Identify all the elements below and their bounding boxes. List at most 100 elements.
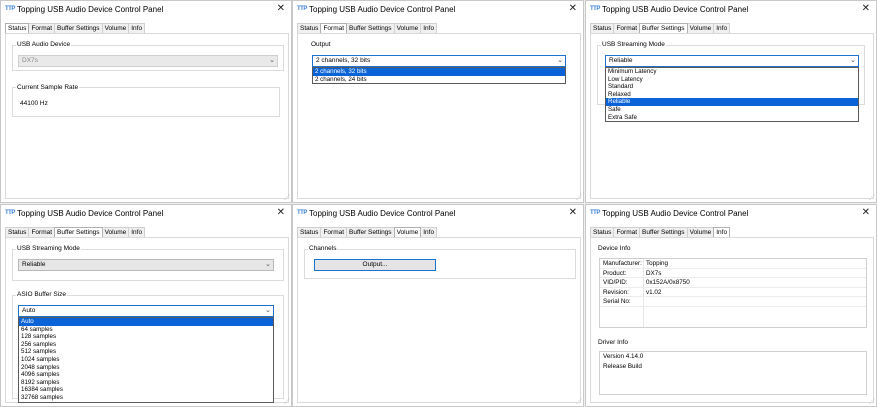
info-key: Manufacturer: [603,260,642,267]
list-item[interactable]: Extra Safe [606,114,858,122]
channels-label: Channels [308,245,338,252]
driver-line: Version 4.14.0 [603,353,644,360]
table-row: Revision: v1.02 [600,288,866,297]
title-bar[interactable]: TTP Topping USB Audio Device Control Pane… [1,205,291,222]
list-item[interactable]: Relaxed [606,91,858,99]
list-item[interactable]: Reliable [606,98,858,106]
app-logo-icon: TTP [297,210,307,216]
list-item[interactable]: 8192 samples [19,379,273,387]
chevron-down-icon: ⌄ [850,57,856,64]
info-key: Revision: [603,288,629,296]
list-item[interactable]: 256 samples [19,341,273,349]
resize-grip-icon[interactable]: ⋰ [284,194,290,201]
streaming-mode-select[interactable]: Reliable ⌄ [605,55,859,67]
list-item[interactable]: 512 samples [19,348,273,356]
streaming-mode-select[interactable]: Reliable ⌄ [18,259,274,271]
table-row: Serial No: [600,297,866,307]
sample-rate-value: 44100 Hz [20,100,48,107]
window-format: TTP Topping USB Audio Device Control Pane… [292,0,584,203]
driver-line: Release Build [603,362,642,370]
window-title: Topping USB Audio Device Control Panel [309,5,456,14]
window-title: Topping USB Audio Device Control Panel [309,209,456,218]
tab-panel-status: USB Audio Device DX7s ⌄ Current Sample Rate… [5,33,289,199]
usb-device-select[interactable]: DX7s ⌄ [18,55,278,67]
title-bar[interactable]: TTP Topping USB Audio Device Control Pane… [293,205,583,222]
asio-buffer-value: Auto [22,307,36,314]
info-key: VID/PID: [603,279,628,286]
list-item[interactable]: Minimum Latency [606,68,858,76]
chevron-down-icon: ⌄ [265,307,271,314]
list-item[interactable]: 4096 samples [19,371,273,379]
streaming-mode-label: USB Streaming Mode [601,41,666,48]
close-icon[interactable]: ✕ [277,3,285,14]
usb-device-value: DX7s [22,57,38,64]
close-icon[interactable]: ✕ [862,3,870,14]
close-icon[interactable]: ✕ [277,207,285,218]
close-icon[interactable]: ✕ [569,207,577,218]
resize-grip-icon[interactable]: ⋰ [576,194,582,201]
title-bar[interactable]: TTP Topping USB Audio Device Control Pane… [1,1,291,18]
window-volume: TTP Topping USB Audio Device Control Pane… [292,204,584,407]
info-value: DX7s [646,269,662,277]
list-item[interactable]: 128 samples [19,333,273,341]
title-bar[interactable]: TTP Topping USB Audio Device Control Pane… [586,205,876,222]
list-item[interactable]: 1024 samples [19,356,273,364]
asio-buffer-select[interactable]: Auto ⌄ [18,305,274,317]
output-format-select[interactable]: 2 channels, 32 bits ⌄ [312,55,566,67]
chevron-down-icon: ⌄ [269,57,275,64]
resize-grip-icon[interactable]: ⋰ [869,398,875,405]
tab-panel-format: Output 2 channels, 32 bits ⌄ 2 channels, 32… [297,33,581,199]
resize-grip-icon[interactable]: ⋰ [576,398,582,405]
list-item[interactable]: Low Latency [606,76,858,84]
tab-panel-asio: USB Streaming Mode Reliable ⌄ ASIO Buffer S… [5,237,289,403]
tab-panel-volume: Channels Output... [297,237,581,403]
window-title: Topping USB Audio Device Control Panel [602,5,749,14]
asio-buffer-list: Auto 64 samples 128 samples 256 samples 512 … [18,317,274,403]
title-bar[interactable]: TTP Topping USB Audio Device Control Pane… [586,1,876,18]
tab-panel-buffer: USB Streaming Mode Reliable ⌄ Minimum Laten… [590,33,874,199]
output-button[interactable]: Output... [314,259,436,271]
window-title: Topping USB Audio Device Control Panel [17,5,164,14]
list-item: Release Build [600,362,866,372]
table-row: Manufacturer: Topping [600,259,866,269]
list-item[interactable]: 2 channels, 24 bits [313,76,565,84]
window-title: Topping USB Audio Device Control Panel [17,209,164,218]
close-icon[interactable]: ✕ [862,207,870,218]
chevron-down-icon: ⌄ [557,57,563,64]
list-item[interactable]: 2 channels, 32 bits [313,68,565,76]
info-key: Serial No: [603,298,631,305]
info-value: 0x152A/0x8750 [646,279,690,286]
info-key: Product: [603,269,627,277]
list-item: Version 4.14.0 [600,352,866,362]
app-logo-icon: TTP [5,210,15,216]
tab-panel-info: Device Info Manufacturer: Topping Product: D… [590,237,874,403]
list-item[interactable]: Safe [606,106,858,114]
table-row: VID/PID: 0x152A/0x8750 [600,278,866,288]
app-logo-icon: TTP [5,6,15,12]
close-icon[interactable]: ✕ [569,3,577,14]
streaming-mode-label: USB Streaming Mode [16,245,81,252]
sample-rate-label: Current Sample Rate [16,84,80,91]
window-status: TTP Topping USB Audio Device Control Pane… [0,0,292,203]
asio-buffer-label: ASIO Buffer Size [16,291,68,298]
streaming-mode-list: Minimum Latency Low Latency Standard Relaxe… [605,67,859,123]
app-logo-icon: TTP [590,6,600,12]
title-bar[interactable]: TTP Topping USB Audio Device Control Pane… [293,1,583,18]
list-item[interactable]: Auto [19,318,273,326]
list-item[interactable]: Standard [606,83,858,91]
list-item[interactable]: 2048 samples [19,364,273,372]
info-value: v1.02 [646,288,662,296]
window-buffer: TTP Topping USB Audio Device Control Pane… [585,0,877,203]
resize-grip-icon[interactable]: ⋰ [869,194,875,201]
output-format-value: 2 channels, 32 bits [316,57,371,64]
output-format-list: 2 channels, 32 bits 2 channels, 24 bits [312,67,566,85]
list-item[interactable]: 16384 samples [19,386,273,394]
output-label: Output [310,41,332,48]
list-item[interactable]: 64 samples [19,326,273,334]
window-title: Topping USB Audio Device Control Panel [602,209,749,218]
window-asio: TTP Topping USB Audio Device Control Pane… [0,204,292,407]
resize-grip-icon[interactable]: ⋰ [284,398,290,405]
table-row: Product: DX7s [600,269,866,278]
app-logo-icon: TTP [590,210,600,216]
list-item[interactable]: 32768 samples [19,394,273,402]
